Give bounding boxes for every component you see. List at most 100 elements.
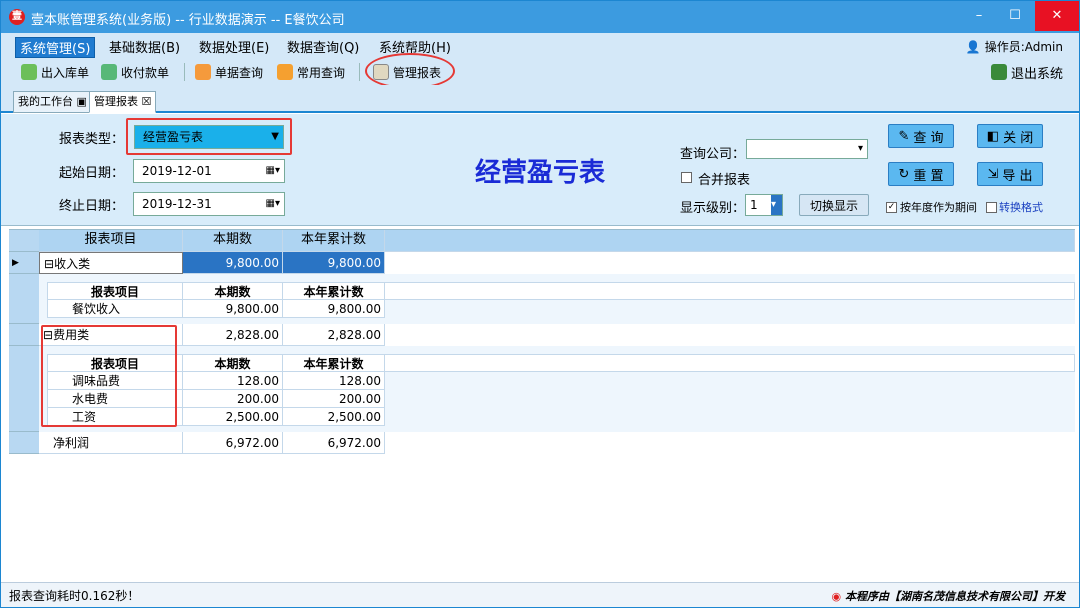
doc-query-button[interactable]: 单据查询 <box>195 62 263 82</box>
tab-strip: 我的工作台 ▣ 管理报表 ☒ <box>1 85 1079 113</box>
export-button[interactable]: ⇲ 导 出 <box>977 162 1043 186</box>
export-icon: ⇲ <box>987 166 999 182</box>
chart-icon <box>277 64 293 80</box>
expense-current[interactable]: 2,828.00 <box>183 324 283 346</box>
credit-text: ◉ 本程序由【湖南名茂信息技术有限公司】开发 <box>831 590 1065 603</box>
sub-header-current: 本期数 <box>183 282 283 300</box>
start-date-label: 起始日期： <box>59 166 125 181</box>
income-ytd[interactable]: 9,800.00 <box>283 252 385 274</box>
menu-bar: 系统管理(S) 基础数据(B) 数据处理(E) 数据查询(Q) 系统帮助(H) … <box>1 33 1079 59</box>
menu-data-process[interactable]: 数据处理(E) <box>199 37 269 56</box>
chevron-down-icon: ▾ <box>857 143 863 154</box>
level-label: 显示级别： <box>680 201 746 216</box>
exit-icon <box>991 64 1007 80</box>
refresh-icon: ↻ <box>898 166 910 182</box>
expense-highlight-box <box>41 325 177 427</box>
sub-header-ytd: 本年累计数 <box>283 282 385 300</box>
merge-checkbox[interactable] <box>681 172 692 183</box>
in-out-button[interactable]: 出入库单 <box>21 62 89 82</box>
convert-checkbox[interactable] <box>986 202 997 213</box>
row-header <box>9 346 39 432</box>
table-row[interactable]: ⊟收入类 <box>39 252 183 274</box>
list-item-ytd[interactable]: 200.00 <box>283 390 385 408</box>
col-header-filler <box>385 230 1075 252</box>
list-item-current[interactable]: 2,500.00 <box>183 408 283 426</box>
user-icon: 👤 <box>965 40 981 54</box>
row-header <box>9 230 39 252</box>
col-header-current: 本期数 <box>183 230 283 252</box>
toolbar: 出入库单 收付款单 单据查询 常用查询 管理报表 退出系统 <box>1 59 1079 85</box>
list-item-ytd[interactable]: 128.00 <box>283 372 385 390</box>
operator-info: 👤 操作员:Admin <box>965 40 1063 54</box>
exit-button[interactable]: 退出系统 <box>991 62 1063 82</box>
sub-header-item: 报表项目 <box>47 282 183 300</box>
col-header-ytd: 本年累计数 <box>283 230 385 252</box>
row-header <box>9 432 39 454</box>
list-item-ytd[interactable]: 2,500.00 <box>283 408 385 426</box>
money-icon <box>101 64 117 80</box>
toolbar-separator <box>359 63 360 81</box>
end-date-input[interactable]: 2019-12-31 ▦▾ <box>133 192 285 216</box>
level-select[interactable]: 1 ▾ <box>745 194 783 216</box>
menu-basic-data[interactable]: 基础数据(B) <box>109 37 180 56</box>
app-logo-icon: 壹 <box>9 9 25 25</box>
payment-button[interactable]: 收付款单 <box>101 62 169 82</box>
list-item-ytd[interactable]: 9,800.00 <box>283 300 385 318</box>
status-text: 报表查询耗时0.162秒！ <box>9 589 140 603</box>
year-period-label: 按年度作为期间 <box>900 201 977 214</box>
maximize-button[interactable]: ☐ <box>999 1 1031 31</box>
merge-label: 合并报表 <box>698 173 751 188</box>
chevron-down-icon: ▾ <box>771 195 782 215</box>
close-window-button[interactable]: ✕ <box>1035 1 1079 31</box>
list-item-current[interactable]: 128.00 <box>183 372 283 390</box>
query-button[interactable]: ✎ 查 询 <box>888 124 954 148</box>
report-highlight-circle <box>365 53 455 89</box>
sub-header-ytd: 本年累计数 <box>283 354 385 372</box>
common-query-button[interactable]: 常用查询 <box>277 62 345 82</box>
calendar-icon[interactable]: ▦▾ <box>266 160 280 182</box>
list-item-current[interactable]: 9,800.00 <box>183 300 283 318</box>
company-logo-icon: ◉ <box>831 590 842 603</box>
row-header <box>9 324 39 346</box>
sub-header-filler <box>385 282 1075 300</box>
minimize-button[interactable]: – <box>963 1 995 31</box>
company-select[interactable]: ▾ <box>746 139 868 159</box>
sub-header-filler <box>385 354 1075 372</box>
collapse-icon[interactable]: ⊟ <box>44 257 54 271</box>
list-item-current[interactable]: 200.00 <box>183 390 283 408</box>
tab-workbench[interactable]: 我的工作台 ▣ <box>13 91 92 113</box>
income-current[interactable]: 9,800.00 <box>183 252 283 274</box>
app-window: 壹 壹本账管理系统(业务版) -- 行业数据演示 -- E餐饮公司 – ☐ ✕ … <box>0 0 1080 608</box>
tab-report[interactable]: 管理报表 ☒ <box>89 91 157 113</box>
status-bar: 报表查询耗时0.162秒！ ◉ 本程序由【湖南名茂信息技术有限公司】开发 <box>1 582 1079 607</box>
doc-query-icon <box>195 64 211 80</box>
net-current[interactable]: 6,972.00 <box>183 432 283 454</box>
table-row[interactable]: 净利润 <box>39 432 183 454</box>
toolbar-separator <box>184 63 185 81</box>
row-header <box>9 274 39 324</box>
year-period-checkbox[interactable]: ✓ <box>886 202 897 213</box>
company-label: 查询公司： <box>680 147 746 162</box>
report-grid: 报表项目 本期数 本年累计数 ▶ ⊟收入类 9,800.00 9,800.00 … <box>9 229 1075 579</box>
home-icon: ▣ <box>76 95 87 108</box>
calendar-icon[interactable]: ▦▾ <box>266 193 280 215</box>
menu-system[interactable]: 系统管理(S) <box>15 37 96 58</box>
expense-ytd[interactable]: 2,828.00 <box>283 324 385 346</box>
close-icon: ◧ <box>986 128 1000 144</box>
title-bar: 壹 壹本账管理系统(业务版) -- 行业数据演示 -- E餐饮公司 – ☐ ✕ <box>1 1 1079 33</box>
list-item[interactable]: 餐饮收入 <box>47 300 183 318</box>
col-header-item: 报表项目 <box>39 230 183 252</box>
document-icon <box>21 64 37 80</box>
end-date-label: 终止日期： <box>59 199 125 214</box>
net-ytd[interactable]: 6,972.00 <box>283 432 385 454</box>
search-icon: ✎ <box>898 128 910 144</box>
start-date-input[interactable]: 2019-12-01 ▦▾ <box>133 159 285 183</box>
reset-button[interactable]: ↻ 重 置 <box>888 162 954 186</box>
menu-data-query[interactable]: 数据查询(Q) <box>287 37 359 56</box>
convert-label: 转换格式 <box>999 201 1043 214</box>
close-button[interactable]: ◧ 关 闭 <box>977 124 1043 148</box>
report-type-label: 报表类型： <box>59 132 125 147</box>
window-title: 壹本账管理系统(业务版) -- 行业数据演示 -- E餐饮公司 <box>31 13 345 28</box>
switch-display-button[interactable]: 切换显示 <box>799 194 869 216</box>
tab-close-icon[interactable]: ☒ <box>142 95 152 108</box>
